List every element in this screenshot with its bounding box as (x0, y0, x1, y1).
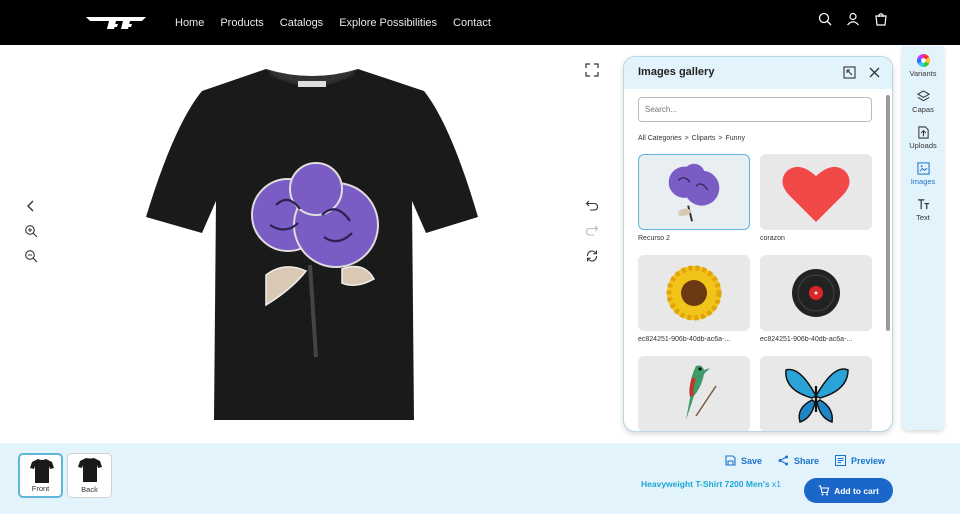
image-icon (916, 162, 930, 175)
nav-products[interactable]: Products (220, 17, 263, 29)
add-to-cart-button[interactable]: Add to cart (804, 478, 893, 503)
zoom-out-icon[interactable] (24, 249, 40, 265)
shopping-cart-icon (818, 485, 830, 496)
rail-text-label: Text (916, 213, 930, 222)
sunflower-image (666, 265, 722, 321)
gallery-item[interactable] (638, 255, 750, 331)
bottom-bar: Front Back Save Share Preview Heavyweigh… (0, 443, 960, 514)
rail-uploads[interactable]: Uploads (902, 126, 944, 160)
rotate-icon[interactable] (585, 249, 601, 265)
vinyl-record-image (792, 269, 840, 317)
gallery-item[interactable] (760, 255, 872, 331)
crumb-separator: > (718, 135, 723, 142)
design-canvas (0, 45, 620, 443)
save-label: Save (741, 455, 763, 466)
tshirt-front-icon (30, 459, 54, 483)
nav-catalogs[interactable]: Catalogs (280, 17, 323, 29)
chevron-left-icon[interactable] (24, 199, 40, 215)
close-icon[interactable] (868, 66, 881, 79)
rail-images-label: Images (910, 177, 936, 186)
crumb-all-categories[interactable]: All Categories (638, 135, 682, 142)
gallery-item-label: Recurso 2 (638, 235, 670, 242)
preview-icon (835, 455, 846, 466)
gallery-scrollbar[interactable] (886, 95, 890, 331)
gallery-search-input[interactable] (638, 97, 872, 122)
zoom-in-icon[interactable] (24, 224, 40, 240)
main-nav: Home Products Catalogs Explore Possibili… (175, 0, 491, 45)
nav-home[interactable]: Home (175, 17, 204, 29)
product-qty: x1 (772, 479, 781, 489)
rail-text[interactable]: Text (902, 198, 944, 232)
gallery-item[interactable] (638, 356, 750, 431)
gallery-item[interactable] (760, 356, 872, 431)
color-wheel-icon (916, 54, 930, 67)
gallery-breadcrumb: All Categories > Cliparts > Funny (638, 135, 745, 142)
nav-explore-possibilities[interactable]: Explore Possibilities (339, 17, 437, 29)
red-heart-image (782, 166, 850, 222)
cart-icon[interactable] (874, 12, 888, 26)
view-back-label: Back (81, 485, 98, 494)
gallery-item-label: corazon (760, 235, 785, 242)
rail-capas-label: Capas (912, 105, 934, 114)
detach-icon[interactable] (843, 66, 856, 79)
view-back-thumbnail[interactable]: Back (67, 453, 112, 498)
text-icon (917, 199, 929, 210)
gallery-header: Images gallery (624, 57, 892, 89)
blue-butterfly-image (785, 368, 849, 423)
rail-capas[interactable]: Capas (902, 90, 944, 124)
rail-variants[interactable]: Variants (902, 54, 944, 88)
rail-images[interactable]: Images (902, 162, 944, 196)
redo-icon[interactable] (585, 223, 601, 239)
gallery-item-label: ec824251-906b-40db-ac6a-... (638, 336, 731, 343)
account-icon[interactable] (846, 12, 860, 26)
view-front-thumbnail[interactable]: Front (18, 453, 63, 498)
add-to-cart-label: Add to cart (834, 485, 879, 496)
images-gallery-panel: Images gallery All Categories > Cliparts… (623, 56, 893, 432)
brand-logo[interactable] (86, 14, 148, 32)
top-navbar: Home Products Catalogs Explore Possibili… (0, 0, 960, 45)
hummingbird-image (686, 365, 717, 420)
gallery-item[interactable] (638, 154, 750, 230)
tshirt-back-icon (78, 458, 102, 482)
header-icons (818, 12, 888, 26)
save-button[interactable]: Save (725, 455, 762, 466)
undo-icon[interactable] (585, 198, 601, 214)
crumb-cliparts[interactable]: Cliparts (692, 135, 716, 142)
crumb-separator: > (684, 135, 689, 142)
preview-label: Preview (851, 455, 886, 466)
share-icon (778, 455, 788, 466)
rail-variants-label: Variants (909, 69, 937, 78)
rail-uploads-label: Uploads (909, 141, 937, 150)
view-front-label: Front (31, 484, 50, 493)
product-name: Heavyweight T-Shirt 7200 Men's (641, 479, 770, 489)
gallery-title: Images gallery (638, 66, 715, 78)
nav-contact[interactable]: Contact (453, 17, 491, 29)
search-icon[interactable] (818, 12, 832, 26)
purple-roses-image (668, 163, 720, 222)
gallery-item-label: ec824251-906b-40db-ac6a-... (760, 336, 853, 343)
save-icon (725, 455, 736, 466)
layers-icon (916, 90, 930, 102)
share-label: Share (794, 455, 820, 466)
gallery-item[interactable] (760, 154, 872, 230)
tshirt-mockup[interactable] (146, 65, 478, 425)
tool-rail: Variants Capas Uploads Images Text (902, 46, 944, 430)
share-button[interactable]: Share (778, 455, 819, 466)
crumb-funny: Funny (725, 135, 745, 142)
preview-button[interactable]: Preview (835, 455, 885, 466)
fullscreen-icon[interactable] (585, 63, 601, 79)
upload-icon (917, 126, 929, 139)
product-summary: Heavyweight T-Shirt 7200 Men's x1 (641, 479, 781, 489)
